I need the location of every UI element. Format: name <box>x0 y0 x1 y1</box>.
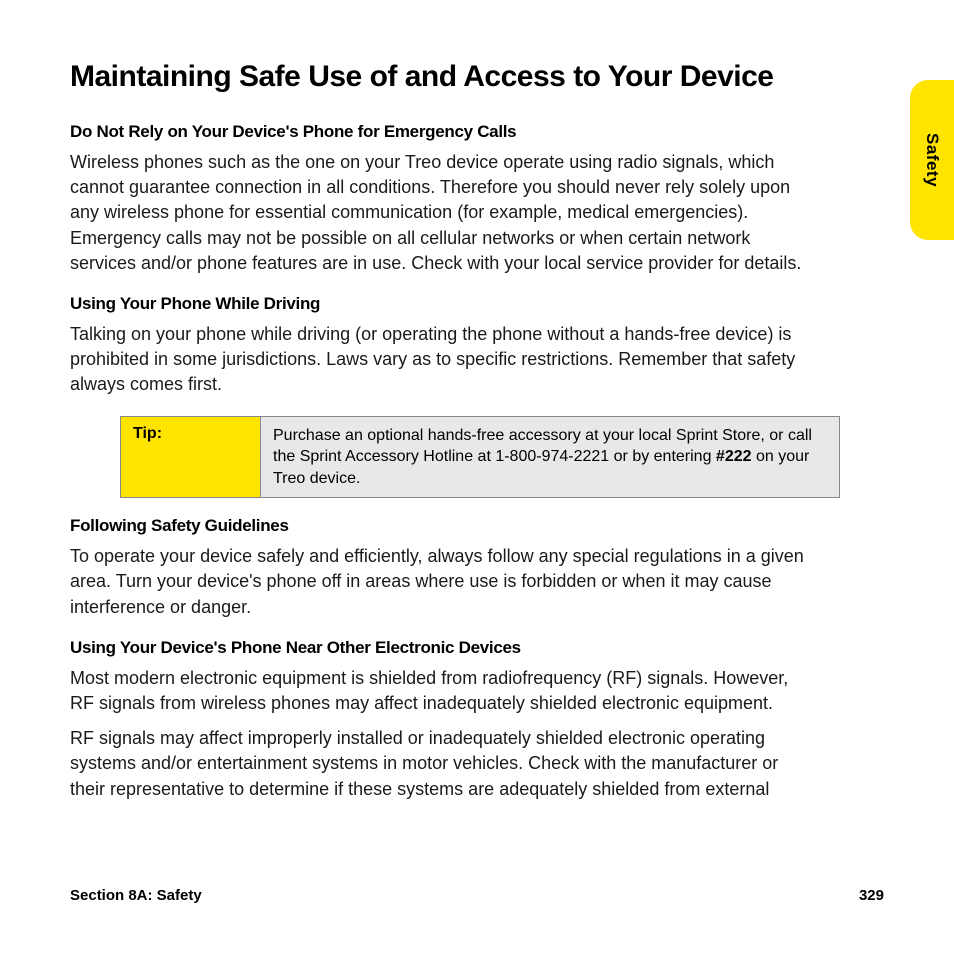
heading-emergency: Do Not Rely on Your Device's Phone for E… <box>70 122 810 142</box>
side-tab-safety: Safety <box>910 80 954 240</box>
tip-box: Tip: Purchase an optional hands-free acc… <box>120 416 840 499</box>
tip-content: Purchase an optional hands-free accessor… <box>261 417 839 498</box>
page-content: Maintaining Safe Use of and Access to Yo… <box>0 0 880 852</box>
heading-electronics: Using Your Device's Phone Near Other Ele… <box>70 638 810 658</box>
heading-driving: Using Your Phone While Driving <box>70 294 810 314</box>
footer-section: Section 8A: Safety <box>70 887 202 904</box>
paragraph-electronics-2: RF signals may affect improperly install… <box>70 726 810 802</box>
footer-page-number: 329 <box>859 887 884 904</box>
paragraph-driving: Talking on your phone while driving (or … <box>70 322 810 398</box>
page-title: Maintaining Safe Use of and Access to Yo… <box>70 60 810 94</box>
tip-code: #222 <box>716 448 752 465</box>
page-footer: Section 8A: Safety 329 <box>70 887 884 904</box>
paragraph-emergency: Wireless phones such as the one on your … <box>70 150 810 276</box>
heading-guidelines: Following Safety Guidelines <box>70 516 810 536</box>
paragraph-electronics-1: Most modern electronic equipment is shie… <box>70 666 810 716</box>
tip-label: Tip: <box>121 417 261 498</box>
side-tab-label: Safety <box>922 133 942 187</box>
paragraph-guidelines: To operate your device safely and effici… <box>70 544 810 620</box>
